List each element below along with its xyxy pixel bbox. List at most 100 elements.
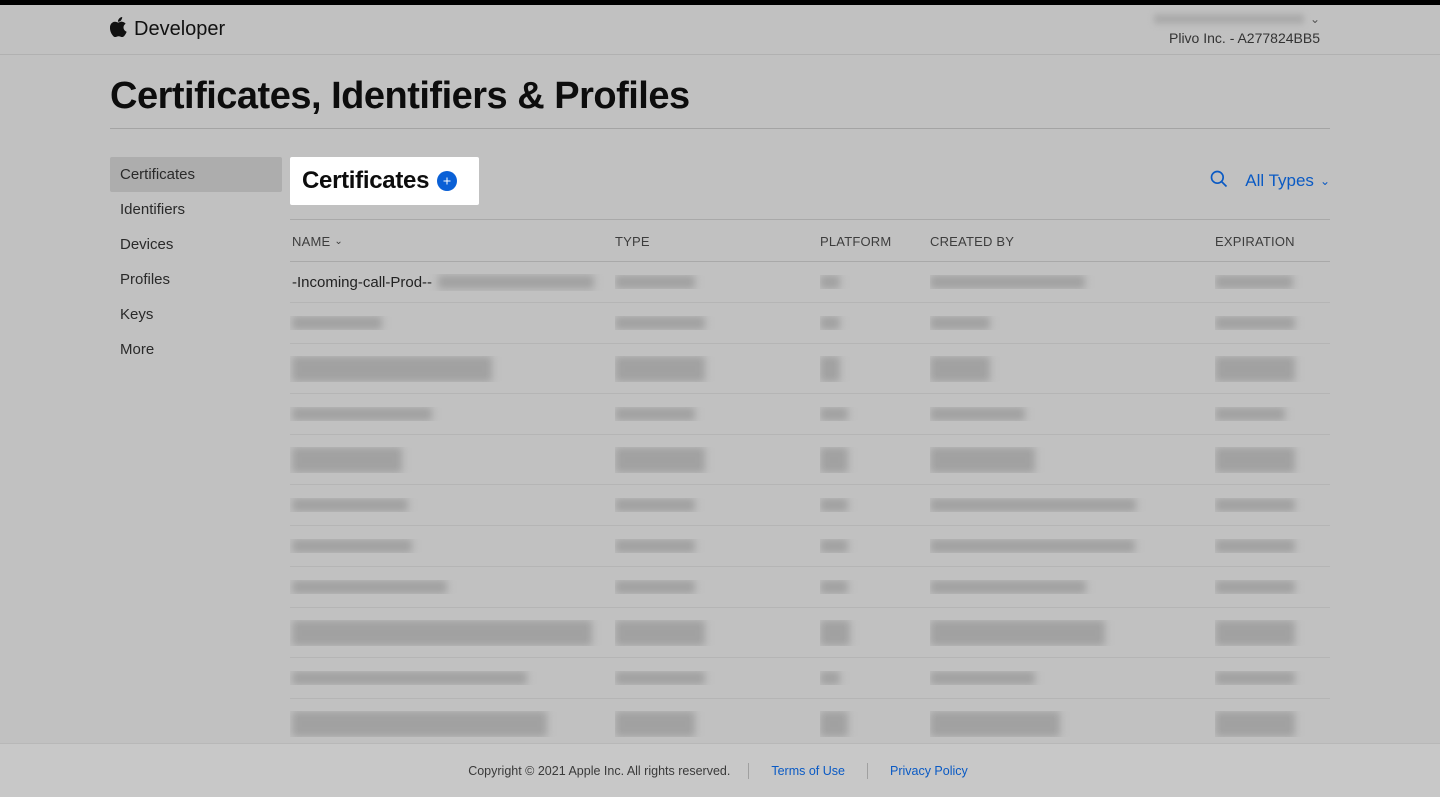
account-name-redacted (1154, 14, 1304, 24)
table-row[interactable] (290, 394, 1330, 435)
redacted-value (930, 275, 1085, 289)
type-filter-dropdown[interactable]: All Types ⌄ (1245, 171, 1330, 191)
panel-title-card: Certificates (290, 157, 479, 205)
redacted-value (1215, 711, 1295, 737)
chevron-down-icon: ⌄ (1310, 10, 1320, 28)
apple-logo-icon (110, 17, 128, 43)
redacted-value (438, 275, 594, 289)
redacted-value (1215, 316, 1295, 330)
sidebar-item-identifiers[interactable]: Identifiers (110, 192, 282, 227)
footer-copyright: Copyright © 2021 Apple Inc. All rights r… (468, 764, 730, 778)
redacted-value (292, 620, 592, 646)
redacted-value (930, 498, 1136, 512)
redacted-value (930, 580, 1086, 594)
redacted-value (1215, 620, 1295, 646)
table-row[interactable]: -Incoming-call-Prod-- (290, 262, 1330, 303)
footer-divider-icon (748, 763, 749, 779)
col-createdby-header[interactable]: CREATED BY (930, 234, 1215, 249)
redacted-value (930, 407, 1025, 421)
col-expiration-header[interactable]: EXPIRATION (1215, 234, 1330, 249)
table-row[interactable] (290, 567, 1330, 608)
sort-chevron-icon: ⌄ (334, 236, 343, 247)
redacted-value (292, 539, 412, 553)
org-line: Plivo Inc. - A277824BB5 (1154, 28, 1320, 49)
table-row[interactable] (290, 435, 1330, 485)
redacted-value (930, 539, 1135, 553)
table-row[interactable] (290, 608, 1330, 658)
col-type-header[interactable]: TYPE (615, 234, 820, 249)
redacted-value (615, 316, 705, 330)
redacted-value (292, 580, 447, 594)
redacted-value (1215, 407, 1285, 421)
brand[interactable]: Developer (110, 17, 225, 43)
redacted-value (930, 671, 1035, 685)
main-panel: Certificates All Types ⌄ (290, 157, 1330, 790)
table-row[interactable] (290, 526, 1330, 567)
search-button[interactable] (1209, 169, 1229, 194)
certificates-table: NAME ⌄ TYPE PLATFORM CREATED BY EXPIRATI… (290, 220, 1330, 790)
redacted-value (1215, 275, 1293, 289)
redacted-value (615, 711, 695, 737)
redacted-value (615, 498, 695, 512)
footer-divider-icon (867, 763, 868, 779)
redacted-value (820, 671, 840, 685)
sidebar-item-more[interactable]: More (110, 332, 282, 367)
redacted-value (615, 671, 705, 685)
redacted-value (930, 356, 990, 382)
redacted-value (615, 447, 705, 473)
redacted-value (615, 539, 695, 553)
redacted-value (1215, 671, 1295, 685)
redacted-value (1215, 580, 1295, 594)
col-platform-header[interactable]: PLATFORM (820, 234, 930, 249)
table-header: NAME ⌄ TYPE PLATFORM CREATED BY EXPIRATI… (290, 220, 1330, 262)
redacted-value (820, 316, 840, 330)
redacted-value (292, 407, 432, 421)
redacted-value (930, 316, 990, 330)
redacted-value (820, 711, 848, 737)
redacted-value (1215, 447, 1295, 473)
account-switcher[interactable]: ⌄ Plivo Inc. - A277824BB5 (1154, 10, 1320, 49)
sidebar-item-keys[interactable]: Keys (110, 297, 282, 332)
redacted-value (820, 275, 840, 289)
table-row[interactable] (290, 658, 1330, 699)
redacted-value (1215, 356, 1295, 382)
redacted-value (292, 447, 402, 473)
redacted-value (820, 498, 848, 512)
redacted-value (292, 316, 382, 330)
redacted-value (615, 356, 705, 382)
footer-privacy-link[interactable]: Privacy Policy (886, 764, 972, 778)
redacted-value (820, 539, 848, 553)
table-row[interactable] (290, 303, 1330, 344)
cell-text: -Incoming-call-Prod-- (292, 274, 432, 291)
sidebar-item-devices[interactable]: Devices (110, 227, 282, 262)
redacted-value (615, 580, 695, 594)
redacted-value (292, 356, 492, 382)
redacted-value (820, 356, 840, 382)
add-certificate-button[interactable] (437, 171, 457, 191)
redacted-value (615, 407, 695, 421)
sidebar: CertificatesIdentifiersDevicesProfilesKe… (110, 157, 282, 790)
redacted-value (292, 671, 527, 685)
redacted-value (930, 447, 1035, 473)
col-name-header[interactable]: NAME ⌄ (290, 234, 615, 249)
sidebar-item-certificates[interactable]: Certificates (110, 157, 282, 192)
redacted-value (820, 447, 848, 473)
footer-terms-link[interactable]: Terms of Use (767, 764, 849, 778)
redacted-value (930, 620, 1105, 646)
redacted-value (820, 620, 850, 646)
table-row[interactable] (290, 485, 1330, 526)
redacted-value (930, 711, 1060, 737)
redacted-value (615, 275, 695, 289)
table-row[interactable] (290, 699, 1330, 749)
type-filter-label: All Types (1245, 171, 1314, 191)
global-header: Developer ⌄ Plivo Inc. - A277824BB5 (0, 5, 1440, 55)
redacted-value (292, 711, 547, 737)
page-title: Certificates, Identifiers & Profiles (110, 65, 1330, 129)
redacted-value (1215, 539, 1295, 553)
redacted-value (292, 498, 408, 512)
redacted-value (1215, 498, 1295, 512)
sidebar-item-profiles[interactable]: Profiles (110, 262, 282, 297)
panel-title: Certificates (302, 167, 429, 195)
table-row[interactable] (290, 344, 1330, 394)
chevron-down-icon: ⌄ (1320, 174, 1330, 188)
